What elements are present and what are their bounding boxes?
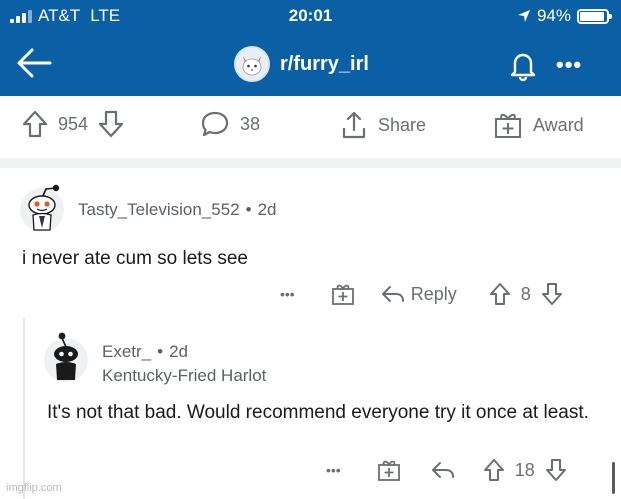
comment-thread: Tasty_Television_552 • 2d i never ate cum … [0,168,621,499]
back-arrow-icon[interactable] [14,46,54,80]
section-divider [0,158,621,168]
award-label: Award [533,114,584,135]
subreddit-title[interactable]: r/furry_irl [234,46,369,82]
comment-actions: ••• 18 [326,458,567,482]
separator: • [157,342,164,361]
battery-icon [577,8,612,24]
reply-label: Reply [410,283,457,304]
comment-age: 2d [257,200,277,219]
gift-icon [495,113,521,138]
downvote-icon[interactable] [541,282,563,306]
comment-author-line: Exetr_ • 2d [102,342,188,362]
nav-bar: r/furry_irl ••• [0,40,621,88]
subreddit-name: r/furry_irl [280,52,369,75]
comment-count: 38 [240,113,261,134]
more-options-icon[interactable]: ••• [556,52,582,78]
downvote-icon[interactable] [98,110,124,138]
more-options-button[interactable]: ••• [280,286,295,302]
post-action-bar: 954 38 Share Award [0,96,621,158]
subreddit-avatar [234,46,270,82]
watermark: imgflip.com [6,482,62,494]
thread-line[interactable] [23,318,25,499]
username[interactable]: Tasty_Television_552 [78,200,240,219]
upvote-icon[interactable] [22,110,48,138]
location-icon [517,10,530,22]
status-bar: AT&T LTE 20:01 94% [0,6,621,28]
app-header: AT&T LTE 20:01 94% r/furry_irl ••• [0,0,621,96]
snoo-avatar-icon[interactable] [40,330,92,382]
fox-avatar-icon [236,48,268,80]
bell-icon[interactable] [506,48,540,82]
share-icon [342,111,366,139]
upvote-count: 954 [58,113,89,134]
battery-percent: 94% [536,6,571,25]
vote-count: 18 [514,459,535,480]
more-options-button[interactable]: ••• [326,462,341,478]
comment-actions: ••• Reply 8 [280,282,563,306]
vote-group: 954 [22,110,124,138]
comment-author-line: Tasty_Television_552 • 2d [78,200,276,220]
upvote-icon[interactable] [483,458,505,482]
user-flair: Kentucky-Fried Harlot [102,366,267,385]
status-right: 94% [517,6,612,26]
scrollbar[interactable] [612,462,615,494]
comment-body: It's not that bad. Would recommend every… [47,402,589,423]
share-button[interactable]: Share [340,110,426,140]
reply-arrow-icon[interactable] [431,460,455,480]
separator: • [245,200,252,219]
award-button[interactable]: Award [493,110,584,140]
upvote-icon[interactable] [489,282,511,306]
comment-age: 2d [169,342,189,361]
vote-count: 8 [520,283,531,304]
award-gift-icon[interactable] [377,458,401,482]
snoo-avatar-icon[interactable] [16,180,68,232]
username[interactable]: Exetr_ [102,342,151,361]
reply-button[interactable]: Reply [381,284,457,305]
downvote-icon[interactable] [545,458,567,482]
comments-button[interactable]: 38 [200,110,260,138]
comment-body: i never ate cum so lets see [22,248,248,269]
reply-arrow-icon [381,286,404,302]
share-label: Share [378,114,427,135]
comment-bubble-icon [201,111,229,137]
award-gift-icon[interactable] [331,282,355,306]
